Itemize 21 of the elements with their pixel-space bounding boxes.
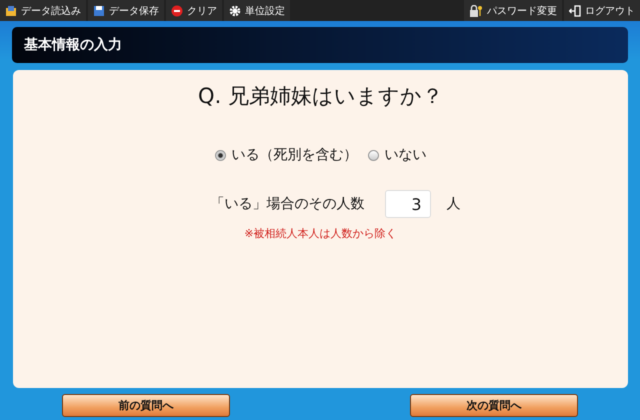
section-title: 基本情報の入力 bbox=[24, 36, 122, 54]
radio-option[interactable]: いる（死別を含む） bbox=[214, 146, 358, 164]
toolbar-button[interactable]: パスワード変更 bbox=[464, 0, 562, 21]
no-entry-icon bbox=[171, 4, 183, 16]
question-text: Q. 兄弟姉妹はいますか？ bbox=[198, 83, 443, 110]
count-label: 「いる」場合のその人数 bbox=[210, 195, 364, 213]
toolbar-button[interactable]: データ保存 bbox=[88, 0, 164, 21]
toolbar-button[interactable]: クリア bbox=[166, 0, 222, 21]
radio-option[interactable]: いない bbox=[368, 146, 426, 164]
note-text: ※被相続人本人は人数から除く bbox=[244, 226, 397, 241]
nav-button[interactable]: 前の質問へ bbox=[62, 394, 230, 417]
lock-key-icon bbox=[469, 4, 483, 16]
toolbar-button[interactable]: ログアウト bbox=[564, 0, 640, 21]
nav-button[interactable]: 次の質問へ bbox=[410, 394, 578, 417]
count-field[interactable]: 3 bbox=[384, 190, 430, 218]
logout-icon bbox=[569, 4, 581, 16]
settings-icon bbox=[229, 4, 241, 16]
toolbar-button[interactable]: 単位設定 bbox=[224, 0, 290, 21]
folder-icon bbox=[5, 4, 17, 16]
unit-label: 人 bbox=[446, 195, 460, 213]
toolbar-button[interactable]: データ読込み bbox=[0, 0, 86, 21]
